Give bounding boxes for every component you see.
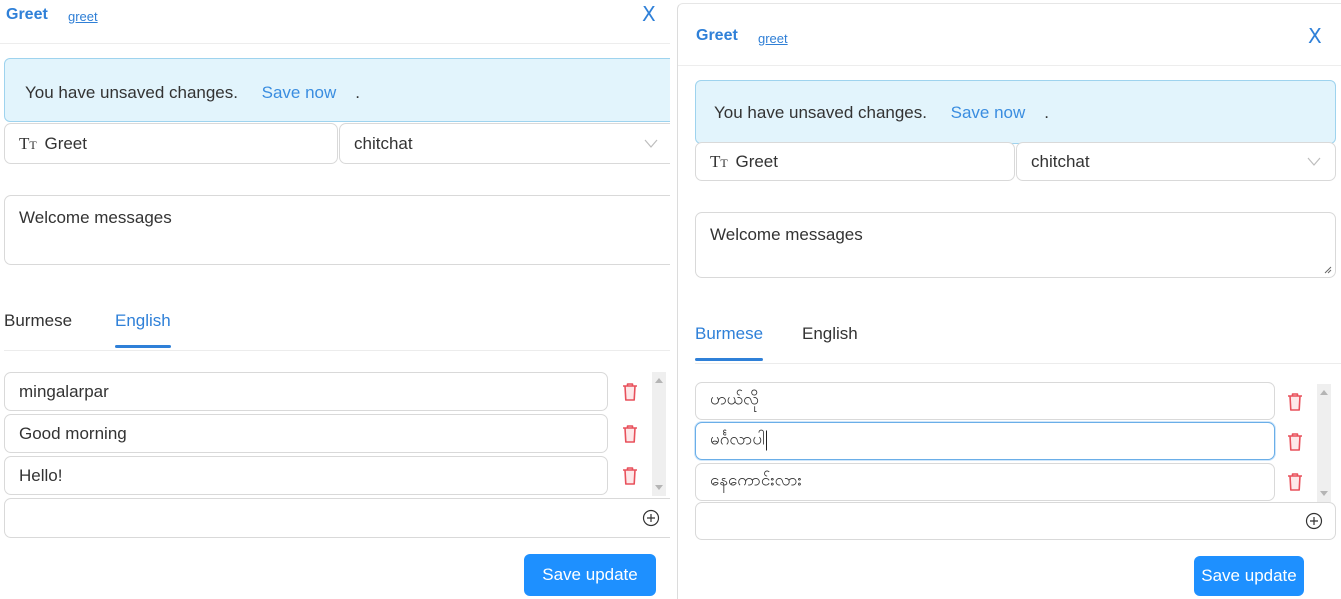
panel-header: Greet greet X [678, 4, 1341, 66]
category-select[interactable]: chitchat [1016, 142, 1336, 181]
tab-burmese[interactable]: Burmese [695, 324, 764, 361]
add-circle-icon[interactable] [642, 509, 660, 527]
trash-icon[interactable] [1287, 472, 1303, 492]
trash-icon[interactable] [622, 466, 638, 486]
tab-english[interactable]: English [115, 311, 171, 348]
tab-english[interactable]: English [802, 324, 858, 358]
category-select-value: chitchat [1031, 151, 1090, 171]
new-phrase-input[interactable] [695, 502, 1336, 540]
trash-icon[interactable] [1287, 392, 1303, 412]
save-update-button[interactable]: Save update [1194, 556, 1304, 596]
phrase-input[interactable]: ဟယ်လို [695, 382, 1275, 420]
intent-slug-link[interactable]: greet [758, 31, 788, 46]
description-textarea[interactable]: Welcome messages [4, 195, 670, 265]
save-update-button[interactable]: Save update [524, 554, 656, 596]
trash-icon[interactable] [622, 382, 638, 402]
chevron-down-icon [1307, 157, 1321, 166]
phrase-input[interactable]: mingalarpar [4, 372, 608, 411]
trash-icon[interactable] [1287, 432, 1303, 452]
text-cursor [765, 430, 767, 451]
trash-icon[interactable] [622, 424, 638, 444]
phrase-input[interactable]: မင်္ဂလာပါ [695, 422, 1275, 460]
chevron-down-icon [644, 139, 658, 148]
alert-message: You have unsaved changes. [714, 103, 927, 122]
phrase-input[interactable]: နေကောင်းလား [695, 463, 1275, 501]
scroll-down-arrow[interactable] [655, 485, 663, 490]
phrase-input[interactable]: Hello! [4, 456, 608, 495]
add-circle-icon[interactable] [1305, 512, 1323, 530]
language-tabs: Burmese English [695, 324, 1341, 364]
text-type-icon: TT [19, 133, 37, 153]
intent-slug-link[interactable]: greet [68, 9, 98, 24]
phrase-list: ဟယ်လို မင်္ဂလာပါ နေကောင်းလား [678, 382, 1341, 502]
text-type-icon: TT [710, 151, 728, 171]
description-value: Welcome messages [710, 225, 863, 244]
save-now-link[interactable]: Save now [262, 83, 337, 102]
scroll-up-arrow[interactable] [1320, 390, 1328, 395]
new-phrase-input[interactable] [4, 498, 670, 538]
scroll-down-arrow[interactable] [1320, 491, 1328, 496]
phrase-list: mingalarpar Good morning Hello! [0, 372, 670, 498]
scroll-up-arrow[interactable] [655, 378, 663, 383]
intent-title: Greet [696, 27, 738, 44]
unsaved-changes-alert: You have unsaved changes. Save now . [4, 58, 670, 122]
intent-title: Greet [6, 6, 48, 23]
description-value: Welcome messages [19, 208, 172, 227]
intent-editor-panel-burmese: Greet greet X You have unsaved changes. … [677, 3, 1341, 599]
save-now-link[interactable]: Save now [951, 103, 1026, 122]
intent-editor-panel-english: Greet greet X You have unsaved changes. … [0, 0, 670, 599]
tab-burmese[interactable]: Burmese [4, 311, 72, 345]
category-select[interactable]: chitchat [339, 123, 670, 164]
close-icon[interactable]: X [642, 2, 656, 26]
alert-suffix: . [355, 83, 360, 102]
category-select-value: chitchat [354, 133, 413, 153]
close-icon[interactable]: X [1308, 24, 1322, 48]
panel-header: Greet greet X [0, 0, 670, 44]
phrase-list-scrollbar[interactable] [1317, 384, 1331, 502]
unsaved-changes-alert: You have unsaved changes. Save now . [695, 80, 1336, 144]
intent-name-input[interactable]: TT Greet [4, 123, 338, 164]
description-textarea[interactable]: Welcome messages [695, 212, 1336, 278]
intent-name-value: Greet [44, 133, 87, 153]
language-tabs: Burmese English [4, 311, 670, 351]
intent-name-input[interactable]: TT Greet [695, 142, 1015, 181]
phrase-input[interactable]: Good morning [4, 414, 608, 453]
intent-name-value: Greet [735, 151, 778, 171]
phrase-list-scrollbar[interactable] [652, 372, 666, 496]
alert-message: You have unsaved changes. [25, 83, 238, 102]
resize-handle-icon[interactable] [1323, 265, 1332, 274]
alert-suffix: . [1044, 103, 1049, 122]
